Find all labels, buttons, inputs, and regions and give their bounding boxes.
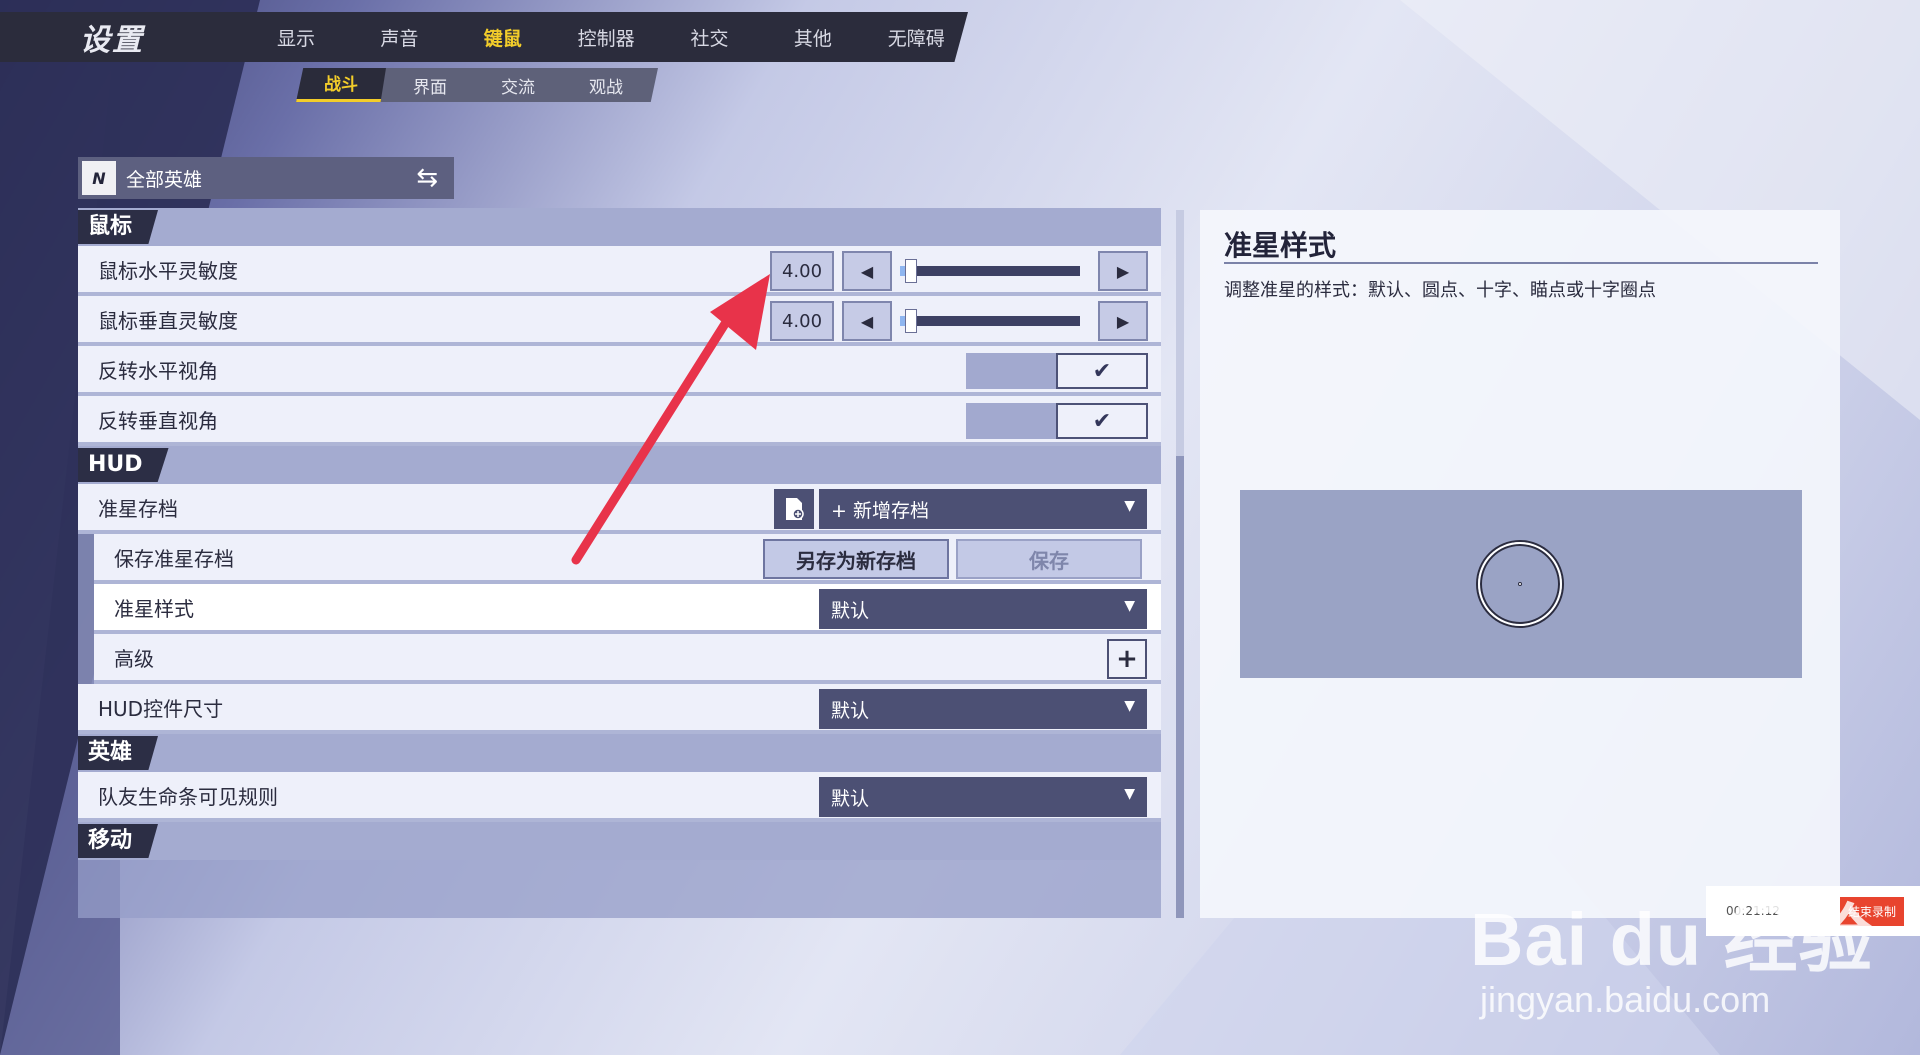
subtab-interface[interactable]: 界面 bbox=[386, 73, 474, 98]
checkmark-icon: ✔ bbox=[1056, 353, 1148, 389]
section-title: 英雄 bbox=[78, 736, 159, 770]
right-arrow-icon: ▶ bbox=[1116, 311, 1130, 331]
decrease-button[interactable]: ◀ bbox=[842, 301, 892, 341]
teammate-health-dropdown[interactable]: 默认 ▼ bbox=[819, 777, 1147, 817]
invert-v-toggle[interactable]: ✔ bbox=[966, 403, 1148, 439]
section-title: 移动 bbox=[78, 824, 159, 858]
page-title: 设置 bbox=[80, 23, 144, 58]
scrollbar[interactable] bbox=[1176, 210, 1184, 918]
tab-controller[interactable]: 控制器 bbox=[554, 24, 657, 51]
left-arrow-icon: ◀ bbox=[860, 261, 874, 281]
tab-accessibility[interactable]: 无障碍 bbox=[865, 24, 968, 51]
swap-icon[interactable]: ⇆ bbox=[416, 163, 438, 193]
toggle-off-side bbox=[966, 353, 1056, 389]
section-hero: 英雄 bbox=[78, 734, 1161, 772]
annotation-arrow-icon bbox=[571, 274, 770, 565]
info-title: 准星样式 bbox=[1224, 229, 1337, 262]
section-title: HUD bbox=[78, 448, 169, 482]
dropdown-value: 默认 bbox=[831, 699, 870, 722]
chevron-down-icon: ▼ bbox=[1124, 698, 1135, 714]
chevron-down-icon: ▼ bbox=[1124, 498, 1135, 514]
save-button[interactable]: 保存 bbox=[956, 539, 1142, 579]
setting-label: 高级 bbox=[114, 646, 154, 671]
section-movement: 移动 bbox=[78, 822, 1161, 860]
watermark-brand: Bai du 经验 bbox=[1470, 898, 1874, 981]
info-panel: 准星样式 调整准星的样式：默认、圆点、十字、瞄点或十字圈点 bbox=[1200, 210, 1840, 918]
tab-other[interactable]: 其他 bbox=[761, 24, 864, 51]
save-file-icon[interactable] bbox=[774, 489, 814, 529]
sensitivity-slider[interactable] bbox=[900, 259, 1080, 283]
setting-row-hud-size: HUD控件尺寸 默认 ▼ bbox=[78, 684, 1161, 734]
setting-row-crosshair-style: 准星样式 默认 ▼ bbox=[94, 584, 1161, 634]
tab-keyboard-mouse[interactable]: 键鼠 bbox=[451, 24, 554, 51]
right-arrow-icon: ▶ bbox=[1116, 261, 1130, 281]
plus-icon[interactable]: + bbox=[1107, 639, 1147, 679]
slider-handle[interactable] bbox=[904, 309, 917, 333]
setting-row-teammate-health: 队友生命条可见规则 默认 ▼ bbox=[78, 772, 1161, 822]
section-mouse: 鼠标 bbox=[78, 208, 1161, 246]
chevron-down-icon: ▼ bbox=[1124, 598, 1135, 614]
save-as-new-button[interactable]: 另存为新存档 bbox=[763, 539, 949, 579]
tab-social[interactable]: 社交 bbox=[658, 24, 761, 51]
crosshair-dot-icon bbox=[1518, 582, 1522, 586]
decrease-button[interactable]: ◀ bbox=[842, 251, 892, 291]
section-title: 鼠标 bbox=[78, 210, 159, 244]
crosshair-circle-icon bbox=[1478, 542, 1562, 626]
hero-selector-label: 全部英雄 bbox=[126, 168, 203, 191]
tab-display[interactable]: 显示 bbox=[244, 24, 347, 51]
dropdown-value: 默认 bbox=[831, 787, 870, 810]
watermark: Bai du 经验 jingyan.baidu.com bbox=[1470, 880, 1874, 1021]
sensitivity-slider[interactable] bbox=[900, 309, 1080, 333]
divider bbox=[1224, 262, 1818, 264]
tab-audio[interactable]: 声音 bbox=[348, 24, 451, 51]
checkmark-icon: ✔ bbox=[1056, 403, 1148, 439]
hero-logo-icon: N bbox=[82, 161, 116, 195]
hud-size-dropdown[interactable]: 默认 ▼ bbox=[819, 689, 1147, 729]
subtab-combat[interactable]: 战斗 bbox=[296, 68, 386, 102]
chevron-down-icon: ▼ bbox=[1124, 786, 1135, 802]
toggle-off-side bbox=[966, 403, 1056, 439]
invert-h-toggle[interactable]: ✔ bbox=[966, 353, 1148, 389]
crosshair-profile-dropdown[interactable]: + 新增存档 ▼ bbox=[819, 489, 1147, 529]
sub-nav-bar: 战斗 界面 交流 观战 bbox=[296, 68, 658, 102]
info-description: 调整准星的样式：默认、圆点、十字、瞄点或十字圈点 bbox=[1224, 280, 1656, 301]
slider-handle[interactable] bbox=[904, 259, 917, 283]
dropdown-value: 默认 bbox=[831, 599, 870, 622]
left-arrow-icon: ◀ bbox=[860, 311, 874, 331]
setting-row-advanced: 高级 + bbox=[94, 634, 1161, 684]
crosshair-style-dropdown[interactable]: 默认 ▼ bbox=[819, 589, 1147, 629]
subtab-spectate[interactable]: 观战 bbox=[562, 73, 650, 98]
subtab-communication[interactable]: 交流 bbox=[474, 73, 562, 98]
increase-button[interactable]: ▶ bbox=[1098, 251, 1148, 291]
hero-selector[interactable]: N 全部英雄 ⇆ bbox=[78, 157, 454, 199]
crosshair-preview bbox=[1240, 490, 1802, 678]
dropdown-value: + 新增存档 bbox=[831, 499, 929, 522]
scrollbar-thumb[interactable] bbox=[1176, 210, 1184, 456]
increase-button[interactable]: ▶ bbox=[1098, 301, 1148, 341]
top-nav-bar: 设置 显示 声音 键鼠 控制器 社交 其他 无障碍 bbox=[0, 12, 968, 62]
